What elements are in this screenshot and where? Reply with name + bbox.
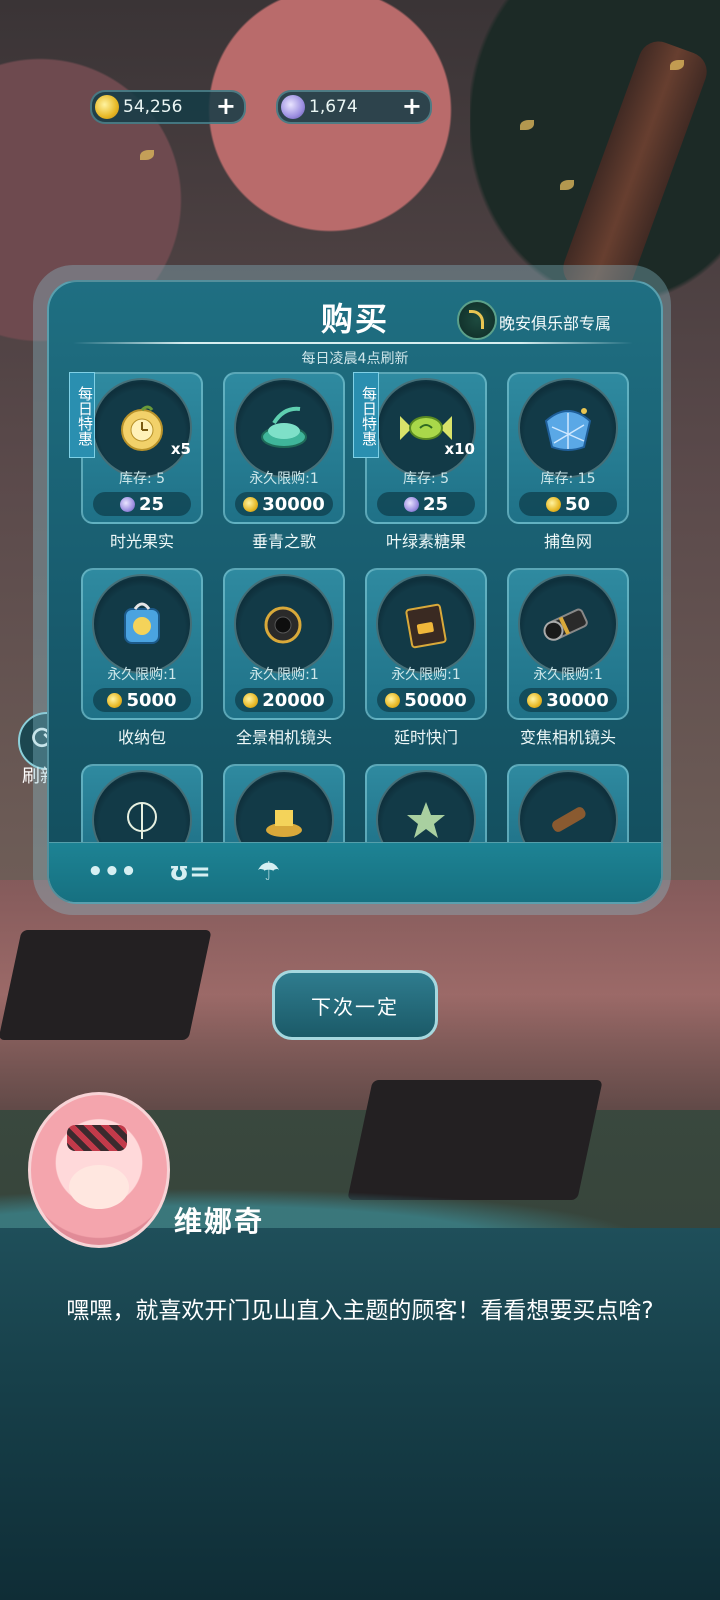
- item-price: 50: [519, 492, 617, 516]
- camera-lens-icon: [264, 606, 302, 644]
- item-name: 时光果实: [109, 532, 174, 551]
- gold-coin-icon: [243, 692, 259, 708]
- next-time-button[interactable]: 下次一定: [272, 970, 438, 1040]
- zoom-lens-icon: [543, 608, 588, 641]
- gift-box-icon: [266, 810, 302, 837]
- add-coins-button[interactable]: +: [216, 93, 236, 119]
- leaf-decoration: [140, 150, 154, 160]
- gold-coin-icon: [527, 692, 543, 708]
- daily-deal-tag: 每日特惠: [353, 372, 379, 458]
- item-bubble: [376, 574, 476, 674]
- daily-deal-tag: 每日特惠: [69, 372, 95, 458]
- item-name: 延时快门: [393, 728, 458, 747]
- price-value: 25: [422, 493, 449, 515]
- shop-item-time-lapse-shutter[interactable]: 永久限购:1 50000 延时快门: [365, 568, 487, 747]
- item-name: 叶绿素糖果: [385, 532, 466, 551]
- gold-coin-icon: [107, 692, 123, 708]
- item-stock: 永久限购:1: [391, 667, 461, 683]
- shop-item-song-of-favor[interactable]: 永久限购:1 30000 垂青之歌: [223, 372, 345, 551]
- character-face: [69, 1165, 129, 1209]
- item-bubble: [518, 378, 618, 478]
- gold-coin-icon: [95, 95, 119, 119]
- star-icon: [407, 802, 445, 838]
- club-exclusive-label[interactable]: 晚安俱乐部专属: [499, 310, 611, 334]
- item-price: 50000: [377, 688, 475, 712]
- item-name: 捕鱼网: [543, 532, 592, 551]
- wood-log-icon: [552, 807, 586, 832]
- item-price: 25: [93, 492, 191, 516]
- price-value: 50: [564, 493, 591, 515]
- item-price: 30000: [235, 492, 333, 516]
- shop-item-fishing-net[interactable]: 库存: 15 50 捕鱼网: [507, 372, 629, 551]
- shop-item-panorama-lens[interactable]: 永久限购:1 20000 全景相机镜头: [223, 568, 345, 747]
- club-icon: [457, 300, 497, 340]
- picnic-table: [0, 930, 212, 1040]
- item-quantity: x5: [170, 440, 191, 458]
- item-bubble: [92, 378, 192, 478]
- price-value: 30000: [262, 493, 325, 515]
- umbrella-icon[interactable]: ☂: [257, 857, 280, 887]
- shop-panel: 购买 晚安俱乐部专属 每日凌晨4点刷新 每日特惠 x5 库存: 5 25 时光果…: [47, 280, 663, 904]
- price-value: 50000: [404, 689, 467, 711]
- price-value: 20000: [262, 689, 325, 711]
- item-stock: 永久限购:1: [533, 667, 603, 683]
- time-fruit-icon: [121, 405, 163, 451]
- storage-bag-icon: [124, 602, 160, 644]
- bow-decoration: [67, 1125, 127, 1151]
- item-stock: 永久限购:1: [107, 667, 177, 683]
- price-value: 30000: [546, 689, 609, 711]
- globe-frame-icon: [127, 802, 157, 839]
- more-dots-icon[interactable]: •••: [87, 857, 137, 887]
- item-price: 5000: [93, 688, 191, 712]
- item-name: 变焦相机镜头: [519, 728, 616, 747]
- item-name: 垂青之歌: [251, 532, 316, 551]
- song-of-favor-icon: [261, 406, 307, 448]
- item-stock: 库存: 5: [118, 471, 166, 487]
- item-bubble: [234, 574, 334, 674]
- fishing-net-icon: [544, 408, 592, 451]
- item-name: 全景相机镜头: [235, 728, 332, 747]
- speaker-name: 维娜奇: [174, 1205, 265, 1238]
- coin-balance-value: 54,256: [123, 97, 183, 117]
- shop-item-chlorophyll-candy[interactable]: 每日特惠 x10 库存: 5 25 叶绿素糖果: [353, 372, 487, 551]
- gold-coin-icon: [385, 692, 401, 708]
- item-stock: 永久限购:1: [249, 471, 319, 487]
- item-bubble: [92, 574, 192, 674]
- price-value: 5000: [126, 689, 177, 711]
- dialog-box[interactable]: [0, 1228, 720, 1600]
- divider: [73, 342, 633, 344]
- item-bubble: [234, 378, 334, 478]
- item-bubble: [518, 574, 618, 674]
- moon-balance[interactable]: 1,674 +: [276, 90, 432, 124]
- speaker-avatar: [28, 1092, 170, 1248]
- moon-balance-value: 1,674: [309, 97, 358, 117]
- moon-gem-icon: [403, 496, 419, 512]
- refresh-note: 每日凌晨4点刷新: [301, 351, 409, 367]
- shop-item-storage-bag[interactable]: 永久限购:1 5000 收纳包: [81, 568, 203, 747]
- gold-coin-icon: [545, 496, 561, 512]
- moon-gem-icon: [119, 496, 135, 512]
- item-stock: 库存: 5: [402, 471, 450, 487]
- gold-coin-icon: [243, 496, 259, 512]
- chat-icon[interactable]: ʊ=: [169, 857, 211, 887]
- price-value: 25: [138, 493, 165, 515]
- item-stock: 库存: 15: [540, 471, 596, 487]
- item-stock: 永久限购:1: [249, 667, 319, 683]
- item-price: 30000: [519, 688, 617, 712]
- add-moons-button[interactable]: +: [402, 93, 422, 119]
- item-name: 收纳包: [117, 728, 166, 747]
- time-lapse-book-icon: [405, 603, 447, 649]
- shop-item-time-fruit[interactable]: 每日特惠 x5 库存: 5 25 时光果实: [69, 372, 203, 551]
- item-price: 25: [377, 492, 475, 516]
- item-price: 20000: [235, 688, 333, 712]
- shop-item-zoom-lens[interactable]: 永久限购:1 30000 变焦相机镜头: [507, 568, 629, 747]
- coin-balance[interactable]: 54,256 +: [90, 90, 246, 124]
- dialog-text: 嘿嘿，就喜欢开门见山直入主题的顾客！看看想要买点啥?: [66, 1298, 654, 1324]
- moon-gem-icon: [281, 95, 305, 119]
- shop-bottom-bar: ••• ʊ= ☂: [49, 842, 661, 902]
- item-quantity: x10: [444, 440, 475, 458]
- item-bubble: [376, 378, 476, 478]
